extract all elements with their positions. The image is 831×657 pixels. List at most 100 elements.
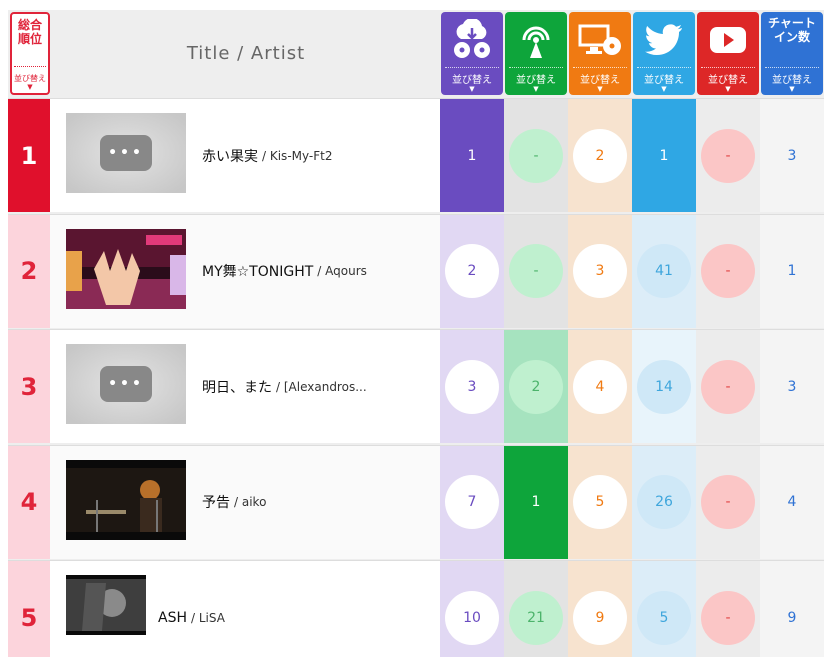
video-thumbnail[interactable] [66, 459, 186, 540]
pc-rank-value: 3 [573, 244, 627, 298]
twitter-rank-cell: 26 [632, 445, 696, 559]
chart-in-count: 4 [787, 494, 797, 510]
youtube-rank-cell: - [696, 99, 760, 212]
sort-label: 並び替え [765, 67, 819, 86]
pc-rank-value: 5 [573, 475, 627, 529]
sort-by-rank-button[interactable]: 総合 順位 並び替え ▼ [10, 12, 50, 95]
rank-number: 5 [8, 561, 50, 657]
youtube-rank-value: - [701, 128, 755, 183]
download-rank-cell: 1 [440, 99, 504, 212]
pc-rank-cell: 5 [568, 445, 632, 559]
download-rank-value: 3 [445, 359, 499, 414]
radio-rank-value: - [509, 128, 563, 183]
track-info[interactable]: 明日、また / [Alexandros... [202, 330, 367, 443]
radio-rank-value: - [509, 244, 563, 298]
track-title: MY舞☆TONIGHT [202, 264, 314, 280]
youtube-rank-value: - [701, 475, 755, 529]
chart-in-count: 3 [787, 378, 797, 395]
youtube-rank-cell: - [696, 214, 760, 328]
table-row[interactable]: 4 予告 / aiko 7 1 5 26- 4 [8, 444, 824, 559]
sort-arrow-icon: ▼ [27, 83, 33, 91]
pc-rank-cell: 4 [568, 330, 632, 443]
twitter-rank-value: 26 [637, 475, 691, 529]
sort-label: 並び替え [701, 67, 755, 86]
twitter-rank-cell: 14 [632, 330, 696, 443]
rank-number: 2 [8, 214, 50, 328]
video-thumbnail[interactable]: ••• [66, 113, 186, 193]
table-row[interactable]: 1 ••• 赤い果実 / Kis-My-Ft2 1-2 1-3 [8, 98, 824, 212]
track-info[interactable]: MY舞☆TONIGHT / Aqours [202, 215, 367, 328]
title-artist-header: Title / Artist [186, 43, 306, 64]
pc-rank-value: 4 [573, 359, 627, 414]
track-title: 赤い果実 [202, 148, 258, 165]
sort-arrow-icon: ▼ [533, 85, 539, 93]
download-rank-value: 10 [445, 590, 499, 645]
pc-rank-cell: 2 [568, 99, 632, 212]
sort-arrow-icon: ▼ [725, 85, 731, 93]
radio-rank-value: 21 [509, 590, 563, 645]
track-artist: / Kis-My-Ft2 [262, 148, 333, 163]
track-title: ASH [158, 609, 187, 626]
radio-rank-cell: 21 [504, 561, 568, 657]
sort-by-chartin-button[interactable]: チャート イン数並び替え ▼ [761, 12, 823, 95]
chart-in-count: 9 [787, 609, 797, 626]
chartin-rank-cell: 9 [760, 561, 824, 657]
more-dots-icon: ••• [100, 366, 152, 402]
pc-cd-icon [569, 18, 631, 62]
twitter-bird-icon [633, 18, 695, 62]
track-title: 明日、また [202, 379, 272, 396]
youtube-play-icon [697, 18, 759, 62]
youtube-rank-cell: - [696, 445, 760, 559]
video-thumbnail[interactable] [66, 575, 146, 635]
table-row[interactable]: 2 MY舞☆TONIGHT / Aqours 2-3 41-1 [8, 213, 824, 328]
table-row[interactable]: 5 ASH / LiSA 10 21 9 5-9 [8, 560, 824, 657]
sort-by-twitter-button[interactable]: 並び替え ▼ [633, 12, 695, 95]
twitter-rank-cell: 41 [632, 214, 696, 328]
track-artist: / aiko [234, 495, 267, 509]
video-thumbnail[interactable] [66, 228, 186, 309]
sort-by-download-button[interactable]: 並び替え ▼ [441, 12, 503, 95]
radio-rank-cell: 1 [504, 445, 568, 559]
sort-by-pc-button[interactable]: 並び替え ▼ [569, 12, 631, 95]
sort-arrow-icon: ▼ [789, 85, 795, 93]
radio-tower-icon [505, 18, 567, 62]
chart-in-count: 1 [787, 263, 797, 279]
track-artist: / Aqours [317, 264, 367, 278]
more-dots-icon: ••• [100, 135, 152, 171]
youtube-rank-cell: - [696, 330, 760, 443]
sort-by-radio-button[interactable]: 並び替え ▼ [505, 12, 567, 95]
sort-label: 並び替え [14, 66, 46, 84]
download-rank-value: 1 [467, 147, 477, 164]
download-rank-cell: 7 [440, 445, 504, 559]
pc-rank-value: 2 [573, 128, 627, 183]
twitter-rank-value: 14 [637, 359, 691, 414]
twitter-rank-value: 41 [637, 244, 691, 298]
track-artist: / [Alexandros... [276, 379, 367, 394]
twitter-rank-value: 5 [637, 590, 691, 645]
download-rank-cell: 3 [440, 330, 504, 443]
track-info[interactable]: 予告 / aiko [202, 446, 266, 559]
download-cd-icon [441, 18, 503, 62]
download-rank-cell: 10 [440, 561, 504, 657]
track-info[interactable]: 赤い果実 / Kis-My-Ft2 [202, 99, 332, 212]
chart-table: 総合 順位 並び替え ▼ Title / Artist 並び替え ▼ 並び替え ▼ 並び… [8, 10, 824, 657]
sort-label: 並び替え [573, 67, 627, 86]
track-info[interactable]: ASH / LiSA [158, 561, 225, 657]
track-title: 予告 [202, 495, 230, 511]
sort-arrow-icon: ▼ [661, 85, 667, 93]
chartin-rank-cell: 3 [760, 330, 824, 443]
table-row[interactable]: 3 ••• 明日、また / [Alexandros... 3 2 4 14-3 [8, 329, 824, 443]
youtube-rank-value: - [701, 590, 755, 645]
chartin-rank-cell: 3 [760, 99, 824, 212]
radio-rank-value: 1 [531, 494, 541, 510]
radio-rank-cell: 2 [504, 330, 568, 443]
chart-in-count: 3 [787, 147, 797, 164]
table-header: 総合 順位 並び替え ▼ Title / Artist 並び替え ▼ 並び替え ▼ 並び… [8, 10, 824, 98]
twitter-rank-cell: 5 [632, 561, 696, 657]
chartin-header-label: チャート イン数 [768, 16, 816, 44]
rank-number: 1 [8, 99, 50, 212]
youtube-rank-cell: - [696, 561, 760, 657]
video-thumbnail[interactable]: ••• [66, 344, 186, 424]
sort-by-youtube-button[interactable]: 並び替え ▼ [697, 12, 759, 95]
download-rank-value: 2 [445, 244, 499, 298]
